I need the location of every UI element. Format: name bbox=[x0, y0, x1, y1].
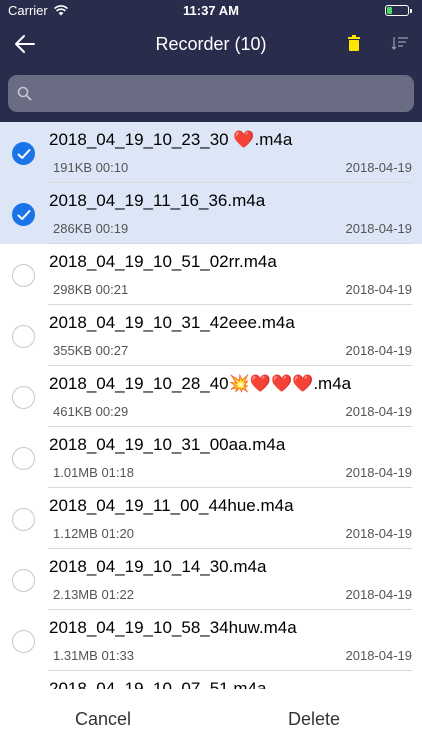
nav-bar: Recorder (10) bbox=[0, 22, 422, 66]
name-text: 2018_04_19_10_28_40 bbox=[49, 374, 229, 393]
checkbox[interactable] bbox=[12, 569, 35, 592]
recording-name: 2018_04_19_10_28_40💥❤️❤️❤️.m4a bbox=[49, 374, 351, 394]
file-size: 461KB bbox=[53, 404, 93, 419]
duration: 00:29 bbox=[95, 404, 129, 419]
recording-name: 2018_04_19_11_00_44hue.m4a bbox=[49, 496, 294, 516]
recording-meta: 298KB 00:21 bbox=[53, 282, 128, 297]
bottom-toolbar: Cancel Delete bbox=[0, 689, 422, 750]
file-size: 298KB bbox=[53, 282, 93, 297]
file-size: 355KB bbox=[53, 343, 93, 358]
cancel-button[interactable]: Cancel bbox=[75, 709, 131, 730]
checkbox[interactable] bbox=[12, 203, 35, 226]
recording-row[interactable]: 2018_04_19_10_51_02rr.m4a 298KB 00:21 20… bbox=[0, 244, 422, 305]
emoji-text: 💥❤️❤️❤️ bbox=[228, 374, 314, 393]
recording-row[interactable]: 2018_04_19_11_16_36.m4a 286KB 00:19 2018… bbox=[0, 183, 422, 244]
duration: 00:27 bbox=[95, 343, 129, 358]
name-text: 2018_04_19_10_07_51.m4a bbox=[49, 679, 267, 689]
recording-row[interactable]: 2018_04_19_10_31_42eee.m4a 355KB 00:27 2… bbox=[0, 305, 422, 366]
search-input[interactable] bbox=[38, 75, 408, 112]
recording-meta: 461KB 00:29 bbox=[53, 404, 128, 419]
recording-meta: 191KB 00:10 bbox=[53, 160, 128, 175]
emoji-text: ❤️ bbox=[233, 130, 255, 149]
recording-date: 2018-04-19 bbox=[345, 526, 413, 541]
file-size: 2.13MB bbox=[53, 587, 98, 602]
recording-row[interactable]: 2018_04_19_10_07_51.m4a bbox=[0, 671, 422, 689]
recording-meta: 286KB 00:19 bbox=[53, 221, 128, 236]
recording-row[interactable]: 2018_04_19_10_14_30.m4a 2.13MB 01:22 201… bbox=[0, 549, 422, 610]
name-text: 2018_04_19_10_51_02rr.m4a bbox=[49, 252, 277, 271]
recording-date: 2018-04-19 bbox=[345, 160, 413, 175]
recording-row[interactable]: 2018_04_19_10_58_34huw.m4a 1.31MB 01:33 … bbox=[0, 610, 422, 671]
recording-meta: 1.01MB 01:18 bbox=[53, 465, 134, 480]
recording-name: 2018_04_19_10_51_02rr.m4a bbox=[49, 252, 277, 272]
name-text: 2018_04_19_11_16_36.m4a bbox=[49, 191, 266, 210]
recording-date: 2018-04-19 bbox=[345, 465, 413, 480]
sort-icon[interactable] bbox=[391, 36, 409, 50]
duration: 01:18 bbox=[101, 465, 134, 480]
recording-name: 2018_04_19_10_14_30.m4a bbox=[49, 557, 266, 577]
name-text: 2018_04_19_10_58_34huw.m4a bbox=[49, 618, 297, 637]
recording-meta: 2.13MB 01:22 bbox=[53, 587, 134, 602]
recording-meta: 355KB 00:27 bbox=[53, 343, 128, 358]
recording-row[interactable]: 2018_04_19_11_00_44hue.m4a 1.12MB 01:20 … bbox=[0, 488, 422, 549]
checkbox[interactable] bbox=[12, 508, 35, 531]
duration: 00:10 bbox=[95, 160, 129, 175]
duration: 00:19 bbox=[95, 221, 129, 236]
file-size: 1.31MB bbox=[53, 648, 98, 663]
delete-button[interactable]: Delete bbox=[288, 709, 340, 730]
recording-date: 2018-04-19 bbox=[345, 282, 413, 297]
name-text: 2018_04_19_10_14_30.m4a bbox=[49, 557, 267, 576]
checkbox[interactable] bbox=[12, 447, 35, 470]
name-extension: .m4a bbox=[254, 130, 293, 149]
recording-date: 2018-04-19 bbox=[345, 343, 413, 358]
recording-meta: 1.12MB 01:20 bbox=[53, 526, 134, 541]
name-text: 2018_04_19_11_00_44hue.m4a bbox=[49, 496, 294, 515]
checkbox[interactable] bbox=[12, 264, 35, 287]
file-size: 286KB bbox=[53, 221, 93, 236]
recording-date: 2018-04-19 bbox=[345, 587, 413, 602]
duration: 00:21 bbox=[95, 282, 129, 297]
search-icon bbox=[17, 86, 32, 101]
recording-meta: 1.31MB 01:33 bbox=[53, 648, 134, 663]
recording-row[interactable]: 2018_04_19_10_31_00aa.m4a 1.01MB 01:18 2… bbox=[0, 427, 422, 488]
recording-date: 2018-04-19 bbox=[345, 221, 413, 236]
header: Carrier 11:37 AM Recorder (10) bbox=[0, 0, 422, 122]
name-extension: .m4a bbox=[313, 374, 352, 393]
checkbox[interactable] bbox=[12, 630, 35, 653]
trash-icon[interactable] bbox=[348, 35, 360, 51]
duration: 01:20 bbox=[101, 526, 134, 541]
checkbox[interactable] bbox=[12, 386, 35, 409]
checkmark-icon bbox=[17, 149, 31, 159]
recording-row[interactable]: 2018_04_19_10_23_30 ❤️.m4a 191KB 00:10 2… bbox=[0, 122, 422, 183]
recording-name: 2018_04_19_10_31_42eee.m4a bbox=[49, 313, 295, 333]
recording-date: 2018-04-19 bbox=[345, 404, 413, 419]
checkbox[interactable] bbox=[12, 325, 35, 348]
file-size: 1.01MB bbox=[53, 465, 98, 480]
name-text: 2018_04_19_10_31_42eee.m4a bbox=[49, 313, 295, 332]
file-size: 1.12MB bbox=[53, 526, 98, 541]
recording-date: 2018-04-19 bbox=[345, 648, 413, 663]
checkbox[interactable] bbox=[12, 142, 35, 165]
duration: 01:33 bbox=[101, 648, 134, 663]
recording-name: 2018_04_19_10_58_34huw.m4a bbox=[49, 618, 297, 638]
recording-row[interactable]: 2018_04_19_10_28_40💥❤️❤️❤️.m4a 461KB 00:… bbox=[0, 366, 422, 427]
clock: 11:37 AM bbox=[183, 3, 239, 18]
recording-name: 2018_04_19_10_31_00aa.m4a bbox=[49, 435, 285, 455]
recording-name: 2018_04_19_11_16_36.m4a bbox=[49, 191, 265, 211]
search-bar[interactable] bbox=[8, 75, 414, 112]
checkmark-icon bbox=[17, 210, 31, 220]
recording-name: 2018_04_19_10_07_51.m4a bbox=[49, 679, 266, 689]
status-bar: Carrier 11:37 AM bbox=[0, 0, 422, 22]
file-size: 191KB bbox=[53, 160, 93, 175]
recordings-list: 2018_04_19_10_23_30 ❤️.m4a 191KB 00:10 2… bbox=[0, 122, 422, 689]
recording-name: 2018_04_19_10_23_30 ❤️.m4a bbox=[49, 130, 292, 150]
battery-icon bbox=[385, 5, 412, 16]
duration: 01:22 bbox=[101, 587, 134, 602]
name-text: 2018_04_19_10_31_00aa.m4a bbox=[49, 435, 286, 454]
name-text: 2018_04_19_10_23_30 bbox=[49, 130, 234, 149]
